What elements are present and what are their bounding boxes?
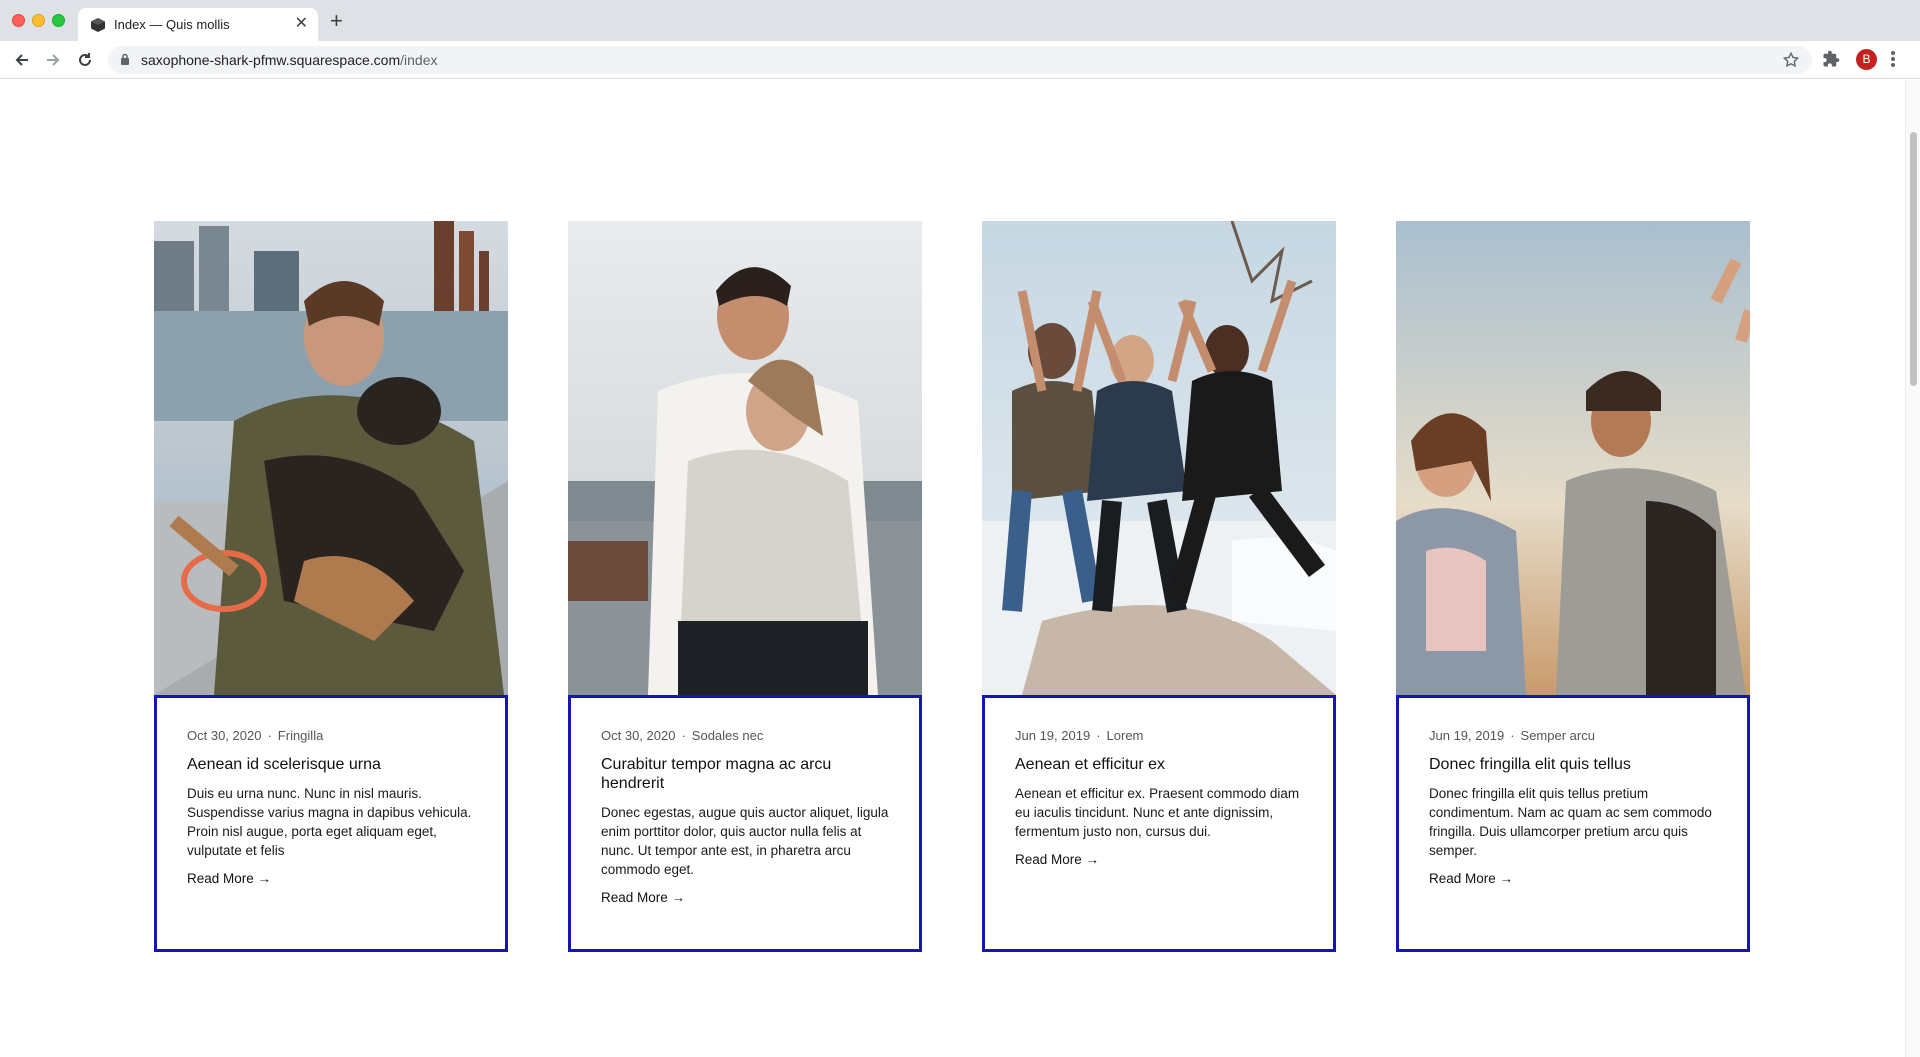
post-date: Jun 19, 2019 [1429, 728, 1505, 743]
profile-avatar[interactable]: B [1856, 49, 1877, 70]
close-window-button[interactable] [12, 14, 25, 27]
post-category[interactable]: Lorem [1107, 728, 1144, 743]
post-title[interactable]: Curabitur tempor magna ac arcu hendrerit [601, 755, 889, 793]
card-body: Oct 30, 2020 · Sodales nec Curabitur tempo… [568, 695, 922, 952]
card-image[interactable] [154, 221, 508, 695]
url-path: /index [400, 52, 438, 68]
forward-icon[interactable] [41, 48, 65, 72]
browser-toolbar: saxophone-shark-pfmw.squarespace.com/ind… [0, 41, 1920, 79]
read-more-link[interactable]: Read More → [187, 871, 271, 886]
card-image[interactable] [982, 221, 1336, 695]
scrollbar-thumb[interactable] [1910, 132, 1917, 386]
post-category[interactable]: Fringilla [278, 728, 324, 743]
blog-card[interactable]: Oct 30, 2020 · Fringilla Aenean id sceleri… [154, 221, 508, 952]
meta-separator: · [681, 728, 686, 743]
meta-separator: · [1510, 728, 1515, 743]
squarespace-favicon-icon [91, 18, 105, 32]
post-excerpt: Donec egestas, augue quis auctor aliquet… [601, 805, 889, 877]
read-more-link[interactable]: Read More → [601, 890, 685, 905]
lock-icon [121, 53, 129, 65]
card-body: Jun 19, 2019 · Lorem Aenean et efficitur e… [982, 695, 1336, 952]
back-icon[interactable] [10, 48, 34, 72]
browser-tab-bar: Index — Quis mollis ✕ + [0, 0, 1920, 41]
meta-separator: · [267, 728, 272, 743]
card-body: Jun 19, 2019 · Semper arcu Donec fringilla… [1396, 695, 1750, 952]
browser-tab[interactable]: Index — Quis mollis ✕ [78, 8, 318, 41]
post-title[interactable]: Donec fringilla elit quis tellus [1429, 755, 1717, 774]
post-title[interactable]: Aenean et efficitur ex [1015, 755, 1303, 774]
post-excerpt: Duis eu urna nunc. Nunc in nisl mauris. … [187, 786, 472, 858]
url-host: saxophone-shark-pfmw.squarespace.com [141, 52, 401, 68]
post-excerpt: Aenean et efficitur ex. Praesent commodo… [1015, 786, 1300, 839]
close-tab-icon[interactable]: ✕ [295, 15, 308, 33]
address-bar[interactable]: saxophone-shark-pfmw.squarespace.com/ind… [108, 46, 1812, 74]
read-more-link[interactable]: Read More → [1015, 852, 1099, 867]
maximize-window-button[interactable] [52, 14, 65, 27]
post-date: Oct 30, 2020 [187, 728, 262, 743]
post-title[interactable]: Aenean id scelerisque urna [187, 755, 475, 774]
page-content: Oct 30, 2020 · Fringilla Aenean id sceleri… [0, 80, 1905, 1057]
blog-card[interactable]: Jun 19, 2019 · Semper arcu Donec fringilla… [1396, 221, 1750, 952]
bookmark-star-icon[interactable] [1782, 51, 1800, 69]
reload-icon[interactable] [73, 48, 97, 72]
card-meta: Jun 19, 2019 · Lorem [1015, 728, 1303, 743]
page-scrollbar[interactable] [1905, 80, 1920, 1057]
card-meta: Oct 30, 2020 · Fringilla [187, 728, 475, 743]
card-body: Oct 30, 2020 · Fringilla Aenean id sceleri… [154, 695, 508, 952]
tab-title: Index — Quis mollis [114, 17, 230, 32]
url-text: saxophone-shark-pfmw.squarespace.com/ind… [141, 52, 438, 68]
card-image[interactable] [1396, 221, 1750, 695]
post-category[interactable]: Semper arcu [1521, 728, 1595, 743]
card-meta: Oct 30, 2020 · Sodales nec [601, 728, 889, 743]
blog-card[interactable]: Oct 30, 2020 · Sodales nec Curabitur tempo… [568, 221, 922, 952]
card-meta: Jun 19, 2019 · Semper arcu [1429, 728, 1717, 743]
post-date: Jun 19, 2019 [1015, 728, 1091, 743]
meta-separator: · [1096, 728, 1101, 743]
new-tab-icon[interactable]: + [330, 10, 343, 32]
post-excerpt: Donec fringilla elit quis tellus pretium… [1429, 786, 1712, 858]
read-more-link[interactable]: Read More → [1429, 871, 1513, 886]
minimize-window-button[interactable] [32, 14, 45, 27]
card-image[interactable] [568, 221, 922, 695]
more-menu-icon[interactable] [1890, 49, 1896, 69]
blog-card[interactable]: Jun 19, 2019 · Lorem Aenean et efficitur e… [982, 221, 1336, 952]
post-date: Oct 30, 2020 [601, 728, 676, 743]
extensions-puzzle-icon[interactable] [1822, 50, 1840, 68]
post-category[interactable]: Sodales nec [692, 728, 764, 743]
